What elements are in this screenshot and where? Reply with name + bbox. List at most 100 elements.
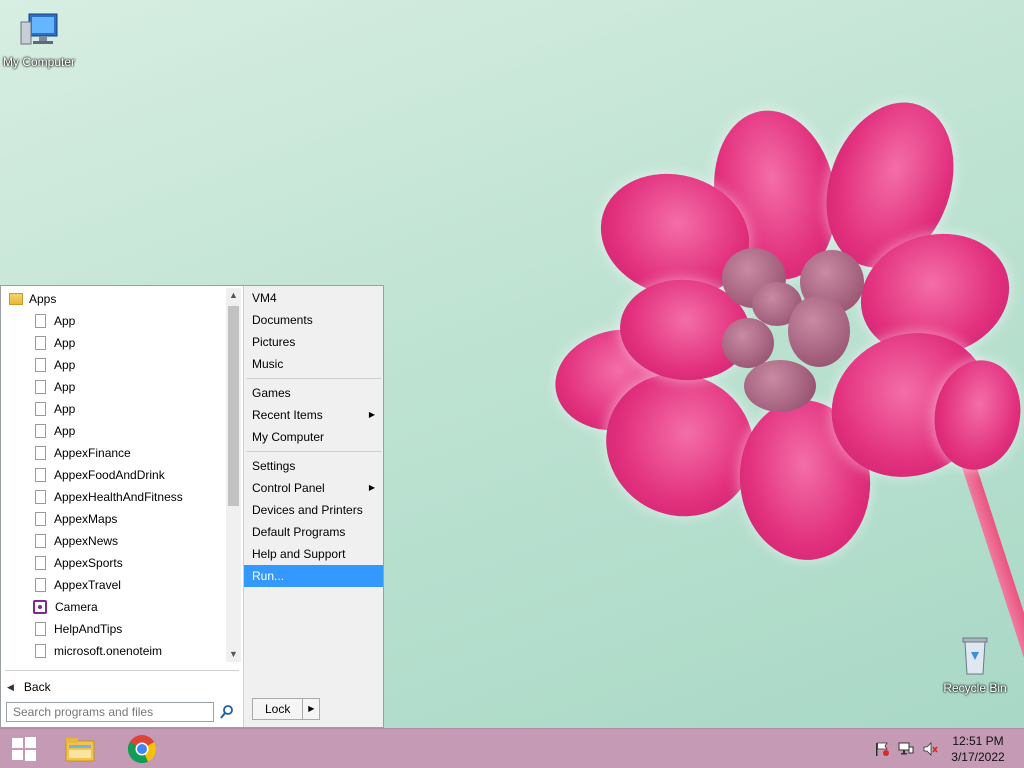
program-label: AppexHealthAndFitness (54, 490, 183, 504)
program-item[interactable]: Camera (1, 596, 227, 618)
program-label: App (54, 380, 76, 394)
program-label: App (54, 314, 76, 328)
file-icon (35, 468, 46, 482)
file-icon (35, 402, 46, 416)
program-list-scrollbar[interactable]: ▲ ▼ (226, 288, 241, 662)
menu-item-games[interactable]: Games (244, 382, 383, 404)
file-icon (35, 556, 46, 570)
volume-muted-icon[interactable] (922, 741, 938, 757)
taskbar-chrome[interactable] (122, 733, 162, 765)
network-icon[interactable] (898, 741, 914, 757)
program-label: AppexFinance (54, 446, 131, 460)
file-icon (35, 490, 46, 504)
program-item[interactable]: AppexFinance (1, 442, 227, 464)
program-item[interactable]: AppexTravel (1, 574, 227, 596)
program-item[interactable]: App (1, 310, 227, 332)
menu-item-control-panel[interactable]: Control Panel ▶ (244, 477, 383, 499)
lock-button-group: Lock ▶ (252, 698, 321, 720)
program-folder-apps[interactable]: Apps (1, 288, 227, 310)
start-menu-right-pane: VM4 Documents Pictures Music Games Recen… (244, 286, 383, 727)
search-input[interactable] (6, 702, 214, 722)
program-item[interactable]: App (1, 332, 227, 354)
menu-item-recent-items[interactable]: Recent Items ▶ (244, 404, 383, 426)
program-item[interactable]: AppexSports (1, 552, 227, 574)
program-label: Camera (55, 600, 98, 614)
desktop-icon-my-computer[interactable]: My Computer (0, 8, 78, 69)
file-icon (35, 424, 46, 438)
program-item[interactable]: App (1, 398, 227, 420)
program-item[interactable]: AppexHealthAndFitness (1, 486, 227, 508)
back-arrow-icon: ◀ (7, 681, 14, 692)
program-item[interactable]: AppexFoodAndDrink (1, 464, 227, 486)
file-icon (35, 336, 46, 350)
program-item[interactable]: HelpAndTips (1, 618, 227, 640)
divider (5, 670, 239, 671)
program-label: AppexFoodAndDrink (54, 468, 165, 482)
file-icon (35, 512, 46, 526)
file-icon (35, 380, 46, 394)
program-item[interactable]: AppexNews (1, 530, 227, 552)
menu-item-devices-printers[interactable]: Devices and Printers (244, 499, 383, 521)
menu-separator (246, 378, 381, 379)
program-label: AppexMaps (54, 512, 118, 526)
program-item[interactable]: microsoft.onenoteim (1, 640, 227, 662)
program-item[interactable]: AppexMaps (1, 508, 227, 530)
program-item[interactable]: App (1, 420, 227, 442)
start-menu: Apps App App App App App App AppexFinanc… (0, 285, 384, 728)
back-label: Back (23, 680, 51, 694)
windows-logo-icon (12, 737, 36, 761)
camera-icon (33, 600, 47, 614)
program-label: AppexSports (54, 556, 123, 570)
back-button[interactable]: ◀ Back (1, 676, 241, 698)
folder-icon (9, 293, 23, 305)
start-button[interactable] (4, 733, 44, 765)
submenu-arrow-icon: ▶ (368, 410, 375, 419)
start-menu-left-pane: Apps App App App App App App AppexFinanc… (1, 286, 244, 727)
menu-item-label: Recent Items (252, 408, 323, 422)
taskbar-file-explorer[interactable] (60, 733, 100, 765)
program-label: App (54, 358, 76, 372)
menu-item-settings[interactable]: Settings (244, 455, 383, 477)
program-item[interactable]: App (1, 354, 227, 376)
search-icon[interactable] (219, 704, 235, 720)
menu-item-pictures[interactable]: Pictures (244, 331, 383, 353)
program-label: HelpAndTips (54, 622, 123, 636)
desktop-icon-label: Recycle Bin (943, 681, 1007, 695)
menu-item-vm4[interactable]: VM4 (244, 287, 383, 309)
menu-item-music[interactable]: Music (244, 353, 383, 375)
computer-icon (20, 13, 58, 45)
file-icon (35, 644, 46, 658)
menu-item-help-support[interactable]: Help and Support (244, 543, 383, 565)
program-label: App (54, 402, 76, 416)
program-label: microsoft.onenoteim (54, 644, 163, 658)
program-label: AppexTravel (54, 578, 121, 592)
scroll-down-arrow-icon[interactable]: ▼ (226, 647, 241, 662)
scroll-up-arrow-icon[interactable]: ▲ (226, 288, 241, 303)
action-center-flag-icon[interactable] (874, 741, 890, 757)
desktop-icon-label: My Computer (2, 55, 76, 69)
menu-item-my-computer[interactable]: My Computer (244, 426, 383, 448)
file-explorer-icon (65, 738, 95, 762)
menu-item-default-programs[interactable]: Default Programs (244, 521, 383, 543)
program-label: AppexNews (54, 534, 119, 548)
program-item[interactable]: App (1, 376, 227, 398)
desktop-icon-recycle-bin[interactable]: Recycle Bin (940, 632, 1010, 695)
menu-item-run[interactable]: Run... (244, 565, 383, 587)
file-icon (35, 622, 46, 636)
file-icon (35, 534, 46, 548)
file-icon (35, 358, 46, 372)
lock-options-arrow-icon[interactable]: ▶ (303, 699, 319, 719)
clock-date: 3/17/2022 (951, 750, 1005, 764)
chrome-icon (127, 735, 157, 764)
file-icon (35, 446, 46, 460)
lock-button[interactable]: Lock (253, 699, 304, 719)
taskbar: 12:51 PM 3/17/2022 (0, 728, 1024, 768)
submenu-arrow-icon: ▶ (368, 483, 375, 492)
file-icon (35, 314, 46, 328)
menu-item-label: Control Panel (252, 481, 325, 495)
taskbar-clock[interactable]: 12:51 PM 3/17/2022 (948, 733, 1008, 765)
program-label: App (54, 424, 76, 438)
program-label: App (54, 336, 76, 350)
scroll-thumb[interactable] (228, 306, 239, 506)
menu-item-documents[interactable]: Documents (244, 309, 383, 331)
